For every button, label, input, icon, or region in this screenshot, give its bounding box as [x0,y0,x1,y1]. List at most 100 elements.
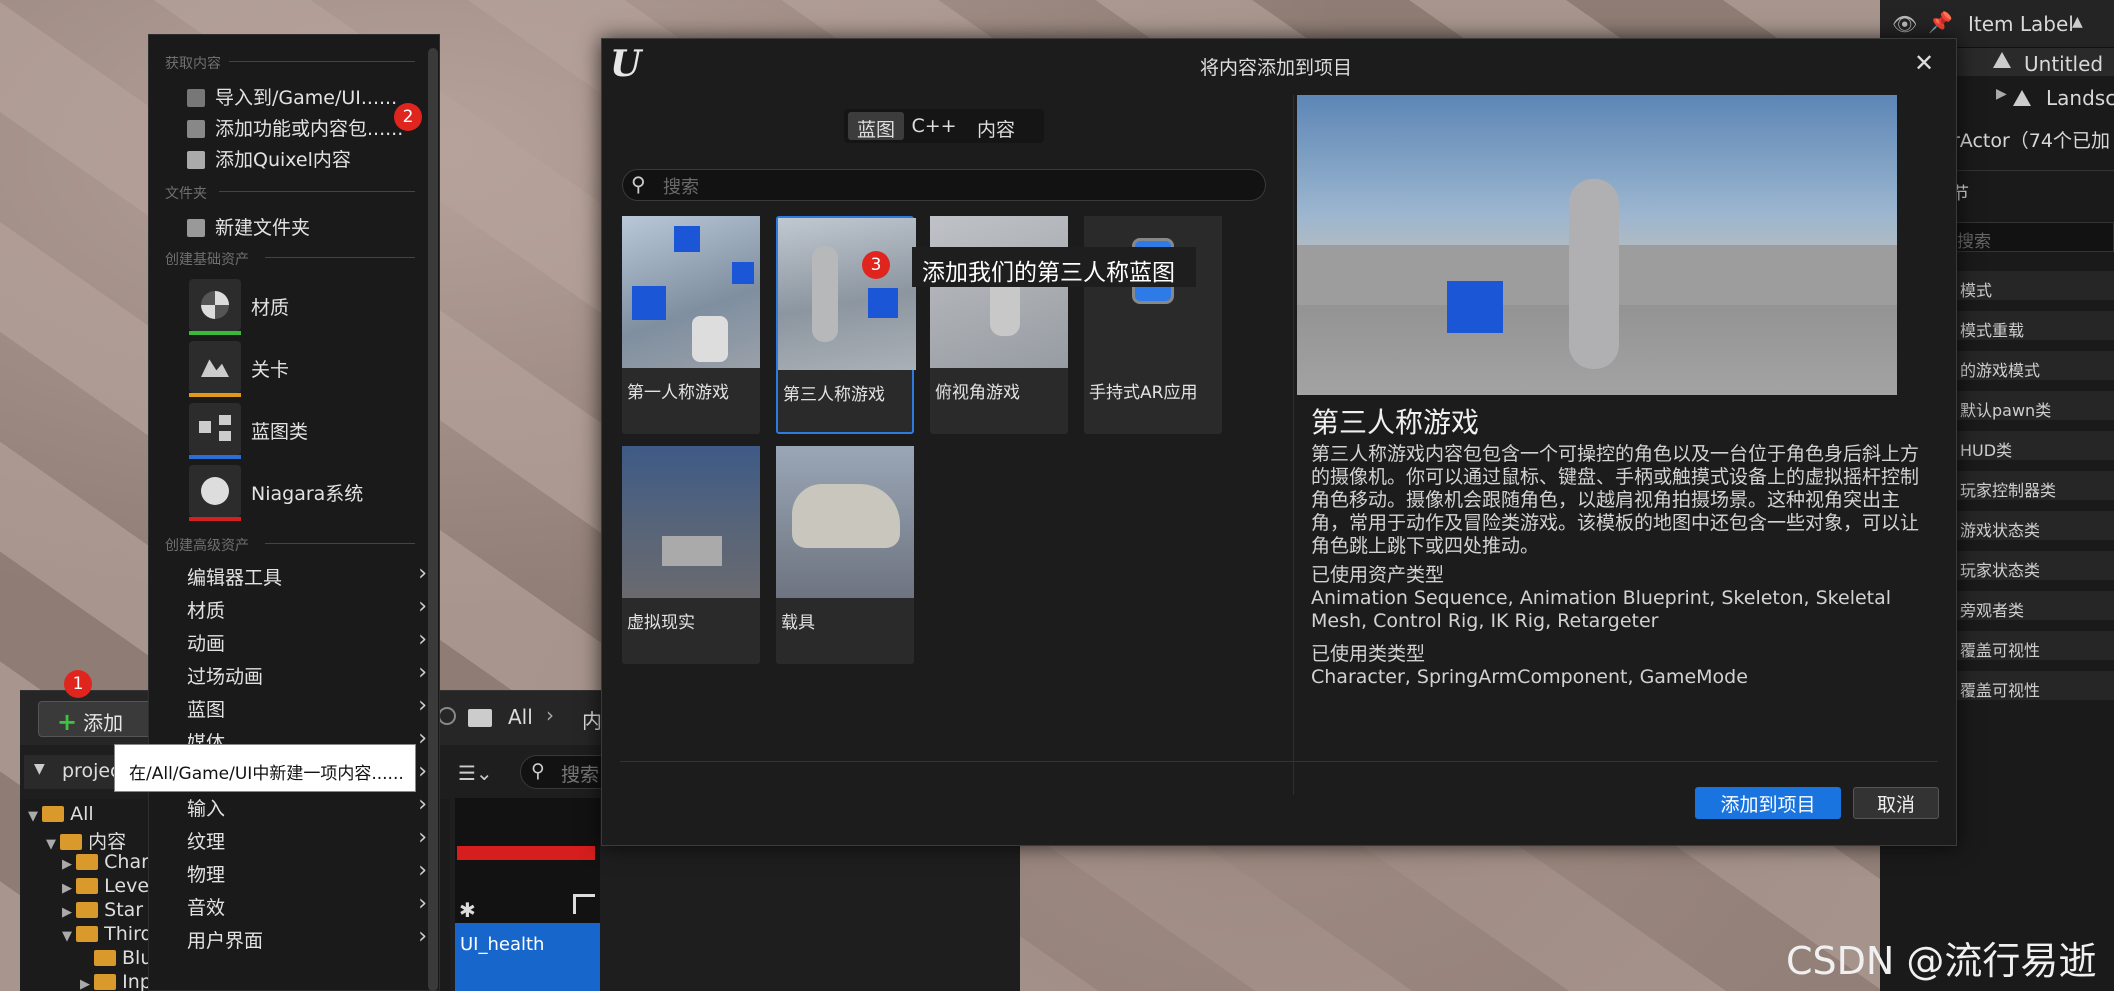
menu-item-add-quixel[interactable]: 添加Quixel内容 [187,145,351,172]
eye-icon[interactable]: 👁 [1892,12,1917,36]
expand-arrow-icon[interactable]: ▶ [1996,86,2007,102]
template-thumbnail [622,446,760,598]
asset-name: UI_health [460,934,545,955]
expand-arrow-icon: ▶ [62,881,77,896]
dialog-title: 将内容添加到项目 [1200,57,1353,79]
details-row[interactable]: 旁观者类 [1952,591,2114,621]
classes-value: Character, SpringArmComponent, GameMode [1311,666,1748,688]
item-label-header[interactable]: Item Label [1968,12,2074,36]
menu-item-advanced[interactable]: 用户界面 › [187,924,427,956]
filter-icon[interactable]: ☰⌄ [458,761,493,785]
menu-item-material[interactable]: 材质 [189,279,429,335]
details-row[interactable]: 覆盖可视性 [1952,631,2114,661]
asterisk-icon: ✱ [459,898,476,922]
details-row[interactable]: HUD类 [1952,431,2114,461]
history-icon[interactable] [438,707,456,725]
tree-item-content[interactable]: ▼ 内容 [46,827,126,854]
submenu-chevron-icon: › [418,660,427,685]
menu-item-advanced[interactable]: 音效 › [187,891,427,923]
material-color-bar [189,331,241,335]
step-badge-2: 2 [394,103,422,131]
quixel-icon [187,151,205,169]
category-tabs: 蓝图 C++ 内容 [844,109,1044,143]
menu-item-advanced[interactable]: 蓝图 › [187,693,427,725]
template-search-input[interactable]: ⚲ 搜索 [622,169,1266,201]
pin-icon[interactable]: 📌 [1928,10,1953,34]
menu-item-advanced[interactable]: 材质 › [187,594,427,626]
folder-icon [60,834,83,850]
template-tile-selected[interactable]: 第三人称游戏 [776,216,916,434]
breadcrumb-content[interactable]: 内 [582,705,602,734]
tab-content[interactable]: 内容 [966,112,1026,141]
tree-item[interactable]: ▶ Star [62,899,143,921]
details-search-input[interactable]: 搜索 [1950,222,2114,252]
details-row[interactable]: 模式 [1952,271,2114,301]
template-tile[interactable]: 虚拟现实 [622,446,760,664]
add-content-dialog: U 将内容添加到项目 ✕ 蓝图 C++ 内容 ⚲ 搜索 第一人称游戏 第三人称游… [601,38,1957,846]
widget-icon [573,894,595,914]
section-divider [265,543,415,544]
menu-item-blueprint-class[interactable]: 蓝图类 [189,403,429,459]
menu-item-new-folder[interactable]: 新建文件夹 [187,213,310,240]
folder-icon [94,974,117,990]
template-tile[interactable]: 第一人称游戏 [622,216,760,434]
template-preview-image [1297,95,1897,395]
menu-item-advanced[interactable]: 编辑器工具 › [187,561,427,593]
search-icon: ⚲ [631,172,646,196]
folder-icon [76,854,99,870]
close-icon[interactable]: ✕ [1914,49,1934,77]
search-icon: ⚲ [531,760,545,782]
details-row[interactable]: 模式重载 [1952,311,2114,341]
collapse-arrow-icon: ▼ [28,809,43,824]
submenu-chevron-icon: › [418,891,427,916]
collapse-arrow-icon: ▼ [62,929,77,944]
submenu-chevron-icon: › [418,693,427,718]
add-to-project-button[interactable]: 添加到项目 [1695,787,1841,819]
classes-heading: 已使用类类型 [1311,643,1426,665]
menu-item-advanced[interactable]: 动画 › [187,627,427,659]
menu-item-advanced[interactable]: 纹理 › [187,825,427,857]
folder-icon [94,950,116,966]
assets-heading: 已使用资产类型 [1311,564,1445,586]
details-row[interactable]: 游戏状态类 [1952,511,2114,541]
tree-item[interactable]: ▶ Inp [80,971,152,991]
menu-item-advanced[interactable]: 输入 › [187,792,427,824]
details-row[interactable]: 默认pawn类 [1952,391,2114,421]
menu-item-niagara[interactable]: Niagara系统 [189,465,429,521]
menu-item-advanced[interactable]: 物理 › [187,858,427,890]
tree-item[interactable]: ▼ Third [62,923,153,945]
tab-cpp[interactable]: C++ [906,112,962,140]
project-tab[interactable]: ▼ projec [24,755,124,789]
tree-item[interactable]: ▶ Level [62,875,154,897]
tree-item[interactable]: ▶ Char [62,851,149,873]
asset-thumbnail: ✱ [455,798,600,923]
health-bar-preview [457,846,595,860]
menu-item-add-feature-pack[interactable]: 添加功能或内容包...... [187,114,403,141]
details-row[interactable]: 玩家控制器类 [1952,471,2114,501]
breadcrumb-chevron-icon: › [546,703,554,727]
template-thumbnail [776,446,914,598]
add-context-menu: 获取内容 导入到/Game/UI...... 添加功能或内容包...... 添加… [148,34,440,991]
submenu-chevron-icon: › [418,825,427,850]
watermark: CSDN @流行易逝 [1786,939,2097,983]
details-tab[interactable]: 节 [1952,170,2114,206]
menu-item-advanced[interactable]: 过场动画 › [187,660,427,692]
details-row[interactable]: 玩家状态类 [1952,551,2114,581]
menu-scrollbar[interactable] [428,48,438,991]
template-tile[interactable]: 载具 [776,446,914,664]
folder-icon [468,709,492,727]
menu-item-import[interactable]: 导入到/Game/UI...... [187,83,397,110]
unreal-logo-icon: U [610,43,642,85]
tree-item-all[interactable]: ▼ All [28,803,94,825]
section-divider [265,257,415,258]
template-title: 第三人称游戏 [1311,406,1480,439]
menu-item-level[interactable]: 关卡 [189,341,429,397]
details-row[interactable]: 覆盖可视性 [1952,671,2114,701]
outliner-row-label: Untitled（ [2024,52,2114,76]
cancel-button[interactable]: 取消 [1853,787,1939,819]
breadcrumb-all[interactable]: All [508,705,533,729]
add-button[interactable]: + 添加 [38,701,162,737]
details-row[interactable]: 的游戏模式 [1952,351,2114,381]
tree-item[interactable]: Blu [94,947,152,969]
tab-blueprint[interactable]: 蓝图 [848,112,904,141]
